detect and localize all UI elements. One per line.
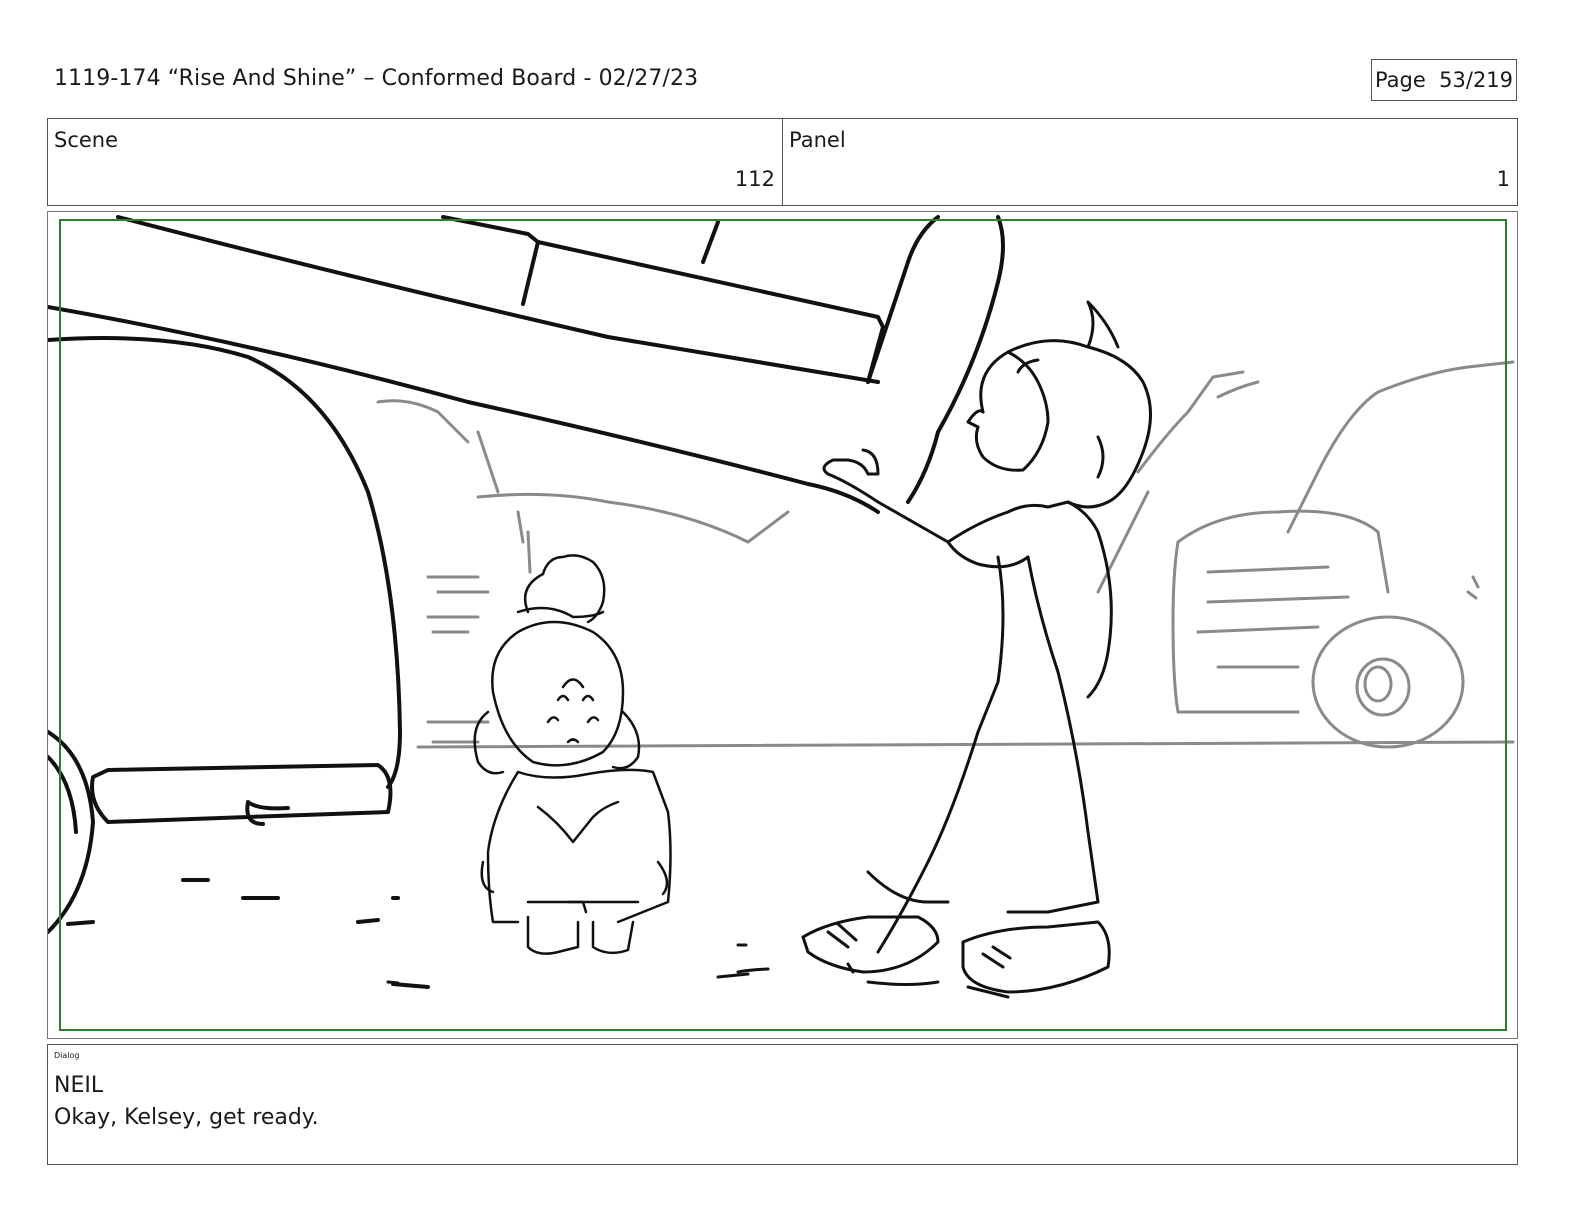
dialog-speaker: NEIL (54, 1073, 104, 1098)
kelsey-figure-sketch (473, 554, 672, 955)
panel-cell: Panel 1 (782, 119, 1517, 205)
panel-label: Panel (789, 128, 846, 152)
scene-label: Scene (54, 128, 119, 152)
dialog-line: Okay, Kelsey, get ready. (54, 1105, 319, 1130)
dialog-box: Dialog NEIL Okay, Kelsey, get ready. (47, 1044, 1518, 1165)
dialog-label: Dialog (54, 1051, 80, 1060)
lifted-panel-sketch (48, 215, 1005, 514)
panel-number: 1 (1496, 167, 1510, 191)
scene-panel-info: Scene 112 Panel 1 (47, 118, 1518, 206)
board-title: 1119-174 “Rise And Shine” – Conformed Bo… (54, 66, 699, 91)
scene-cell: Scene 112 (48, 119, 782, 205)
storyboard-panel (47, 211, 1518, 1039)
car-sketch (48, 336, 430, 989)
neil-figure-sketch (736, 300, 1152, 999)
panel-sketch-illustration (48, 215, 1515, 999)
page-number: Page 53/219 (1371, 59, 1517, 101)
scene-number: 112 (734, 167, 775, 191)
